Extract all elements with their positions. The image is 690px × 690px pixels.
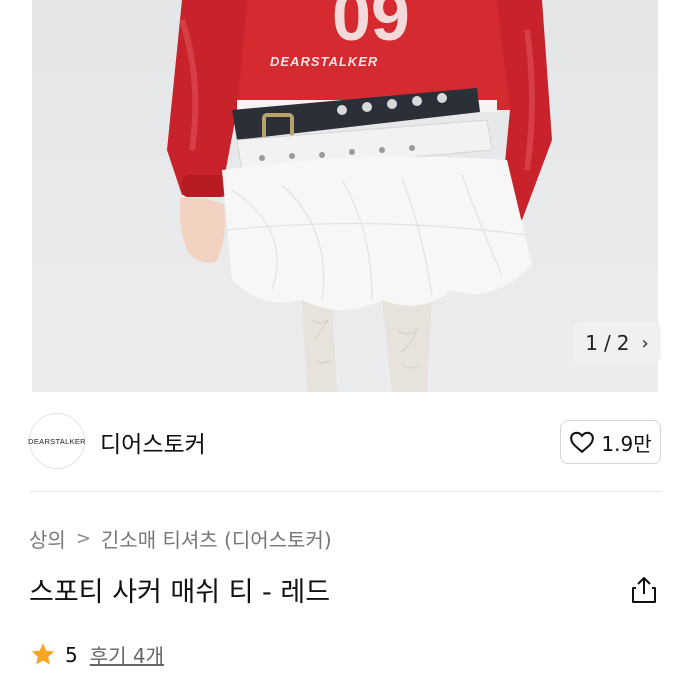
chevron-right-icon[interactable]: ›: [642, 333, 649, 354]
like-button[interactable]: 1.9만: [560, 420, 661, 464]
seller-name[interactable]: 디어스토커: [100, 425, 206, 459]
jersey-print-text: DEARSTALKER: [270, 54, 378, 69]
jersey-sleeve-left: [167, 0, 247, 195]
jersey-number-text: 09: [332, 0, 410, 55]
review-count-link[interactable]: 후기 4개: [90, 640, 164, 669]
breadcrumb-separator: >: [75, 528, 91, 549]
page-total: 2: [616, 331, 630, 355]
breadcrumb-item-subcategory[interactable]: 긴소매 티셔츠 (디어스토커): [101, 524, 332, 553]
star-icon: [31, 643, 55, 665]
share-icon[interactable]: [630, 575, 658, 605]
rating-score: 5: [65, 642, 78, 667]
page-separator: /: [604, 331, 611, 355]
page-current: 1: [585, 331, 599, 355]
breadcrumb-item-category[interactable]: 상의: [29, 524, 66, 553]
hand: [179, 197, 225, 263]
product-title: 스포티 사커 매쉬 티 - 레드: [29, 577, 331, 608]
product-photo-illustration: 09 DEARSTALKER: [167, 0, 552, 392]
like-count: 1.9만: [601, 431, 652, 456]
seller-avatar[interactable]: DEARSTALKER: [28, 413, 86, 469]
tulle-skirt: [222, 156, 532, 310]
product-image-carousel[interactable]: 09 DEARSTALKER 1 / 2 ›: [0, 0, 690, 392]
rating-summary: 5 후기 4개: [29, 640, 164, 669]
heart-icon: [570, 431, 595, 454]
lace-leg-left: [302, 300, 337, 392]
product-photo: 09 DEARSTALKER: [32, 0, 658, 392]
image-page-indicator[interactable]: 1 / 2 ›: [573, 322, 661, 364]
seller-avatar-text: DEARSTALKER: [28, 436, 86, 446]
breadcrumb: 상의 > 긴소매 티셔츠 (디어스토커): [29, 524, 332, 553]
divider: [29, 491, 661, 492]
